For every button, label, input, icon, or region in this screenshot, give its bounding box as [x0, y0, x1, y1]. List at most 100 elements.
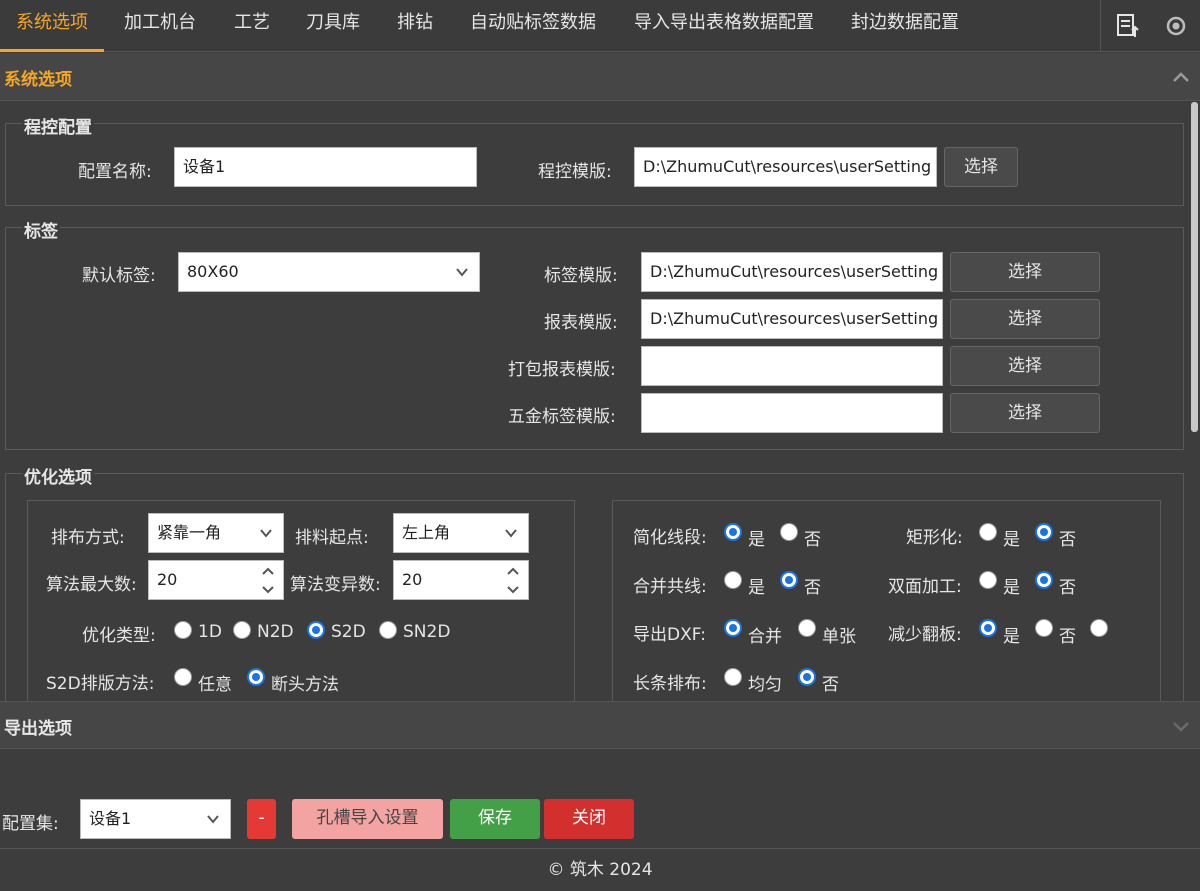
- radio-1d[interactable]: [174, 621, 192, 639]
- remove-config-button[interactable]: -: [247, 799, 276, 839]
- config-set-label: 配置集:: [2, 814, 59, 834]
- system-options-header[interactable]: 系统选项: [0, 53, 1200, 101]
- tab-drill[interactable]: 排钻: [397, 0, 433, 52]
- rectangularize-label: 矩形化:: [906, 528, 963, 548]
- radio-simplify-no[interactable]: [780, 523, 798, 541]
- tab-auto-label-data[interactable]: 自动贴标签数据: [470, 0, 596, 52]
- radio-s2d-any-label: 任意: [198, 675, 232, 695]
- radio-double-no[interactable]: [1035, 571, 1053, 589]
- radio-merge-no[interactable]: [780, 571, 798, 589]
- radio-dxf-single[interactable]: [798, 619, 816, 637]
- system-options-title: 系统选项: [4, 70, 72, 90]
- stepper-up-icon[interactable]: [261, 566, 275, 576]
- chevron-up-icon[interactable]: [1172, 71, 1190, 83]
- export-options-header[interactable]: 导出选项: [0, 701, 1200, 749]
- hardware-label-template-select-button[interactable]: 选择: [950, 393, 1100, 433]
- radio-s2d[interactable]: [307, 621, 325, 639]
- save-button[interactable]: 保存: [450, 799, 540, 839]
- pack-report-template-select-button[interactable]: 选择: [950, 346, 1100, 386]
- radio-flip-no[interactable]: [1035, 619, 1053, 637]
- reduce-flip-label: 减少翻板:: [888, 625, 962, 645]
- algorithm-variation-input[interactable]: 20: [393, 560, 529, 600]
- radio-strip-even-label: 均匀: [748, 675, 782, 695]
- radio-merge-yes[interactable]: [724, 571, 742, 589]
- radio-flip-yes[interactable]: [979, 619, 997, 637]
- radio-rect-yes[interactable]: [979, 523, 997, 541]
- algorithm-max-input[interactable]: 20: [148, 560, 284, 600]
- config-set-select[interactable]: 设备1: [80, 799, 231, 839]
- list-export-icon[interactable]: [1116, 13, 1140, 39]
- radio-sn2d[interactable]: [379, 621, 397, 639]
- radio-double-yes[interactable]: [979, 571, 997, 589]
- radio-s2d-label: S2D: [331, 622, 366, 642]
- tab-system-options[interactable]: 系统选项: [16, 0, 88, 52]
- refresh-icon[interactable]: [1165, 15, 1187, 37]
- layout-mode-select[interactable]: 紧靠一角: [148, 513, 284, 553]
- radio-simplify-yes[interactable]: [724, 523, 742, 541]
- label-template-select-button[interactable]: 选择: [950, 252, 1100, 292]
- program-template-input[interactable]: D:\ZhumuCut\resources\userSetting: [634, 147, 937, 187]
- radio-flip-yes-label: 是: [1003, 627, 1020, 647]
- double-side-label: 双面加工:: [888, 577, 962, 597]
- label-template-label: 标签模版:: [544, 266, 618, 286]
- close-button[interactable]: 关闭: [544, 799, 634, 839]
- radio-n2d[interactable]: [233, 621, 251, 639]
- radio-rect-no[interactable]: [1035, 523, 1053, 541]
- stepper-up-icon[interactable]: [506, 566, 520, 576]
- chevron-down-icon[interactable]: [1172, 720, 1190, 732]
- radio-rect-no-label: 否: [1059, 530, 1076, 550]
- radio-strip-no-label: 否: [822, 675, 839, 695]
- strip-layout-label: 长条排布:: [633, 674, 707, 694]
- scrollbar-thumb[interactable]: [1191, 102, 1198, 432]
- optimization-group-title: 优化选项: [22, 463, 94, 488]
- algorithm-max-label: 算法最大数:: [46, 575, 137, 595]
- start-point-select[interactable]: 左上角: [393, 513, 529, 553]
- program-template-select-button[interactable]: 选择: [944, 147, 1018, 187]
- pack-report-template-label: 打包报表模版:: [508, 360, 616, 380]
- tab-import-export-config[interactable]: 导入导出表格数据配置: [634, 0, 814, 52]
- radio-rect-yes-label: 是: [1003, 530, 1020, 550]
- default-label-select[interactable]: 80X60: [178, 252, 480, 292]
- radio-strip-no[interactable]: [798, 668, 816, 686]
- config-name-label: 配置名称:: [78, 162, 152, 182]
- tab-machine[interactable]: 加工机台: [124, 0, 196, 52]
- start-point-label: 排料起点:: [295, 528, 369, 548]
- radio-merge-yes-label: 是: [748, 578, 765, 598]
- report-template-select-button[interactable]: 选择: [950, 299, 1100, 339]
- program-config-title: 程控配置: [22, 113, 94, 138]
- label-group-title: 标签: [22, 217, 60, 242]
- radio-s2d-any[interactable]: [174, 668, 192, 686]
- chevron-down-icon: [505, 529, 517, 538]
- start-point-value: 左上角: [402, 523, 451, 542]
- report-template-label: 报表模版:: [544, 313, 618, 333]
- layout-mode-value: 紧靠一角: [157, 523, 222, 542]
- chevron-down-icon: [456, 268, 468, 277]
- program-template-label: 程控模版:: [538, 162, 612, 182]
- chevron-down-icon: [207, 815, 219, 824]
- tab-tool-library[interactable]: 刀具库: [306, 0, 360, 52]
- hardware-label-template-input[interactable]: [641, 393, 943, 433]
- hole-import-settings-button[interactable]: 孔槽导入设置: [292, 799, 443, 839]
- radio-strip-even[interactable]: [724, 668, 742, 686]
- radio-1d-label: 1D: [198, 622, 222, 642]
- radio-dxf-merge[interactable]: [724, 619, 742, 637]
- report-template-input[interactable]: D:\ZhumuCut\resources\userSetting: [641, 299, 943, 339]
- tab-process[interactable]: 工艺: [234, 0, 270, 52]
- config-set-value: 设备1: [89, 809, 132, 828]
- chevron-down-icon: [260, 529, 272, 538]
- config-name-input[interactable]: 设备1: [174, 147, 477, 187]
- optimize-type-label: 优化类型:: [82, 626, 156, 646]
- label-template-input[interactable]: D:\ZhumuCut\resources\userSetting: [641, 252, 943, 292]
- radio-s2d-cut-head[interactable]: [247, 668, 265, 686]
- radio-s2d-cut-head-label: 断头方法: [271, 675, 339, 695]
- stepper-down-icon[interactable]: [506, 585, 520, 595]
- top-tab-bar: 系统选项 加工机台 工艺 刀具库 排钻 自动贴标签数据 导入导出表格数据配置 封…: [0, 0, 1200, 52]
- radio-flip-extra[interactable]: [1090, 619, 1108, 637]
- s2d-method-label: S2D排版方法:: [46, 674, 155, 694]
- pack-report-template-input[interactable]: [641, 346, 943, 386]
- active-tab-indicator: [0, 49, 104, 52]
- simplify-segments-label: 简化线段:: [633, 528, 707, 548]
- hardware-label-template-label: 五金标签模版:: [508, 407, 616, 427]
- tab-edge-banding-config[interactable]: 封边数据配置: [851, 0, 959, 52]
- stepper-down-icon[interactable]: [261, 585, 275, 595]
